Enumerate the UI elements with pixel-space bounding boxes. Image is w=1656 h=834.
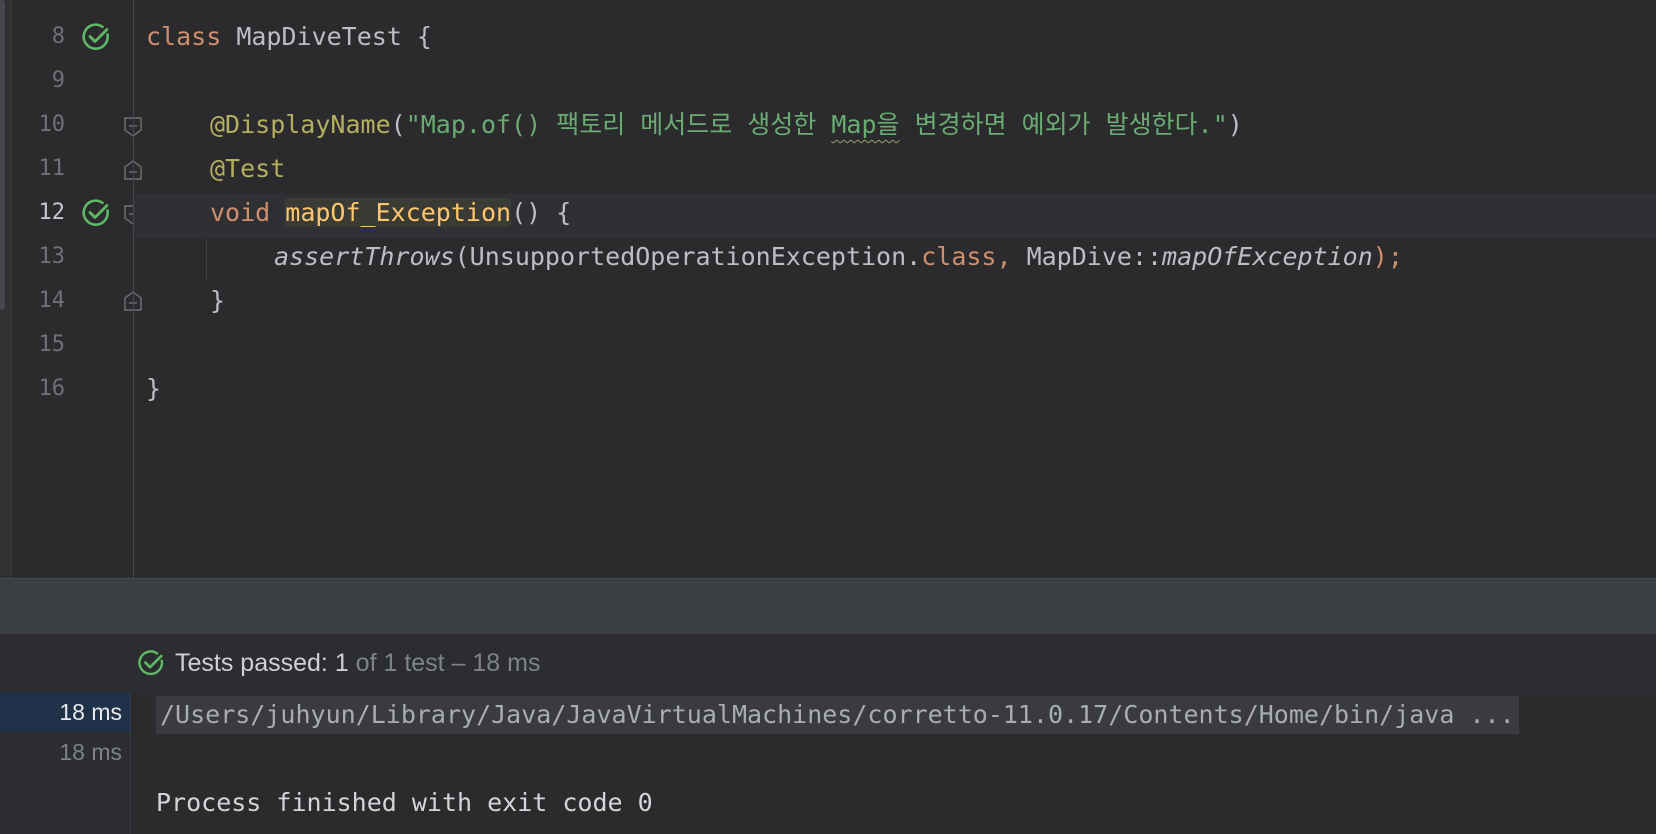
statement-end: );	[1372, 242, 1403, 271]
method-signature-rest: () {	[511, 198, 572, 227]
line-number: 10	[38, 112, 66, 137]
assert-throws-call: assertThrows	[274, 242, 455, 271]
left-strip-thumb[interactable]	[0, 0, 5, 310]
closing-brace: }	[210, 286, 226, 315]
keyword-class-literal: class,	[921, 242, 1012, 271]
code-line-13: assertThrows(UnsupportedOperationExcepti…	[274, 242, 1403, 272]
typo-warning-text: Map을	[831, 110, 900, 139]
paren-open: (	[390, 110, 406, 139]
tool-window-header[interactable]	[0, 578, 1656, 635]
test-status-bar: Tests passed: 1 of 1 test – 18 ms	[0, 634, 1656, 692]
line-number-current: 12	[38, 200, 66, 225]
tests-detail: of 1 test – 18 ms	[355, 649, 541, 677]
class-name: MapDiveTest {	[221, 22, 432, 51]
method-name-highlighted[interactable]: mapOf_Exception	[285, 198, 512, 227]
tests-passed-label: Tests passed:	[175, 649, 328, 677]
keyword-class: class	[146, 22, 222, 51]
method-ref-owner: MapDive::	[1011, 242, 1163, 271]
editor-gutter: 8 9 10 11 12 13 14 15 16	[12, 0, 142, 578]
code-line-11: @Test	[210, 154, 285, 184]
code-line-12: void mapOf_Exception() {	[210, 198, 571, 228]
line-number: 9	[51, 68, 65, 93]
test-tree-row[interactable]: 18 ms	[0, 732, 130, 772]
tests-passed-count: 1	[334, 649, 349, 677]
run-test-method-icon[interactable]	[80, 197, 112, 229]
exception-class: (UnsupportedOperationException.	[454, 242, 922, 271]
test-results-tree: 18 ms 18 ms	[0, 692, 131, 834]
test-tree-row-selected[interactable]: 18 ms	[0, 692, 130, 732]
line-number: 16	[38, 376, 66, 401]
run-test-class-icon[interactable]	[80, 21, 112, 53]
code-line-16: }	[146, 374, 161, 404]
console-command-line[interactable]: /Users/juhyun/Library/Java/JavaVirtualMa…	[156, 696, 1519, 734]
string-literal: 변경하면 예외가 발생한다."	[899, 110, 1228, 139]
line-number: 8	[51, 24, 65, 49]
console-output[interactable]: /Users/juhyun/Library/Java/JavaVirtualMa…	[131, 692, 1656, 834]
method-ref-name: mapOfException	[1162, 242, 1373, 271]
string-literal: "Map.of() 팩토리 메서드로 생성한	[405, 110, 832, 139]
code-line-14: }	[210, 286, 225, 316]
closing-brace: }	[146, 374, 162, 403]
line-number: 11	[38, 156, 66, 181]
code-text-area[interactable]: class MapDiveTest { @DisplayName("Map.of…	[134, 0, 1656, 578]
code-editor[interactable]: 8 9 10 11 12 13 14 15 16 class MapDiveTe…	[0, 0, 1656, 578]
run-tool-window: Tests passed: 1 of 1 test – 18 ms 18 ms …	[0, 634, 1656, 834]
left-tool-strip	[0, 0, 12, 578]
line-number: 14	[38, 288, 66, 313]
code-line-8: class MapDiveTest {	[146, 22, 432, 52]
check-circle-icon	[138, 650, 164, 676]
keyword-void: void	[210, 198, 271, 227]
ide-window: 8 9 10 11 12 13 14 15 16 class MapDiveTe…	[0, 0, 1656, 834]
indent-guide	[206, 239, 207, 279]
line-number: 15	[38, 332, 66, 357]
annotation-test: @Test	[210, 154, 286, 183]
paren-close: )	[1227, 110, 1243, 139]
code-line-10: @DisplayName("Map.of() 팩토리 메서드로 생성한 Map을…	[210, 110, 1243, 140]
annotation-displayname: @DisplayName	[210, 110, 391, 139]
line-number: 13	[38, 244, 66, 269]
console-exit-message: Process finished with exit code 0	[156, 788, 653, 817]
test-status-text: Tests passed: 1 of 1 test – 18 ms	[175, 646, 541, 680]
